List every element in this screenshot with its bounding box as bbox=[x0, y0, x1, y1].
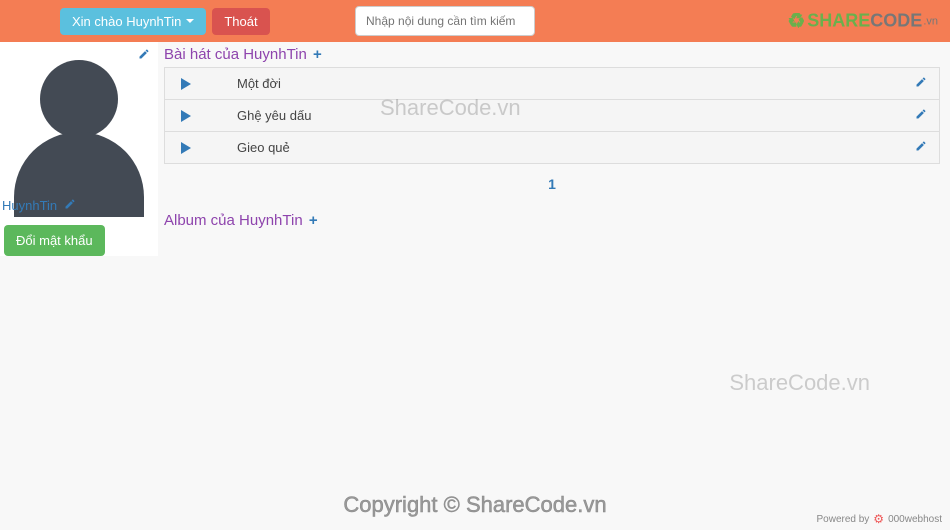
edit-song-icon[interactable] bbox=[915, 76, 927, 91]
brand-logo: ♻ SHARE CODE .vn bbox=[787, 9, 938, 34]
greeting-dropdown[interactable]: Xin chào HuynhTin bbox=[60, 8, 206, 35]
play-icon[interactable] bbox=[181, 110, 191, 122]
edit-avatar-icon[interactable] bbox=[138, 48, 150, 63]
avatar-head-icon bbox=[40, 60, 118, 138]
songs-heading: Bài hát của HuynhTin + bbox=[164, 46, 940, 63]
main-content: Bài hát của HuynhTin + Một đời Ghệ yêu d… bbox=[158, 42, 950, 256]
add-song-icon[interactable]: + bbox=[313, 46, 322, 63]
albums-heading: Album của HuynhTin + bbox=[164, 212, 940, 229]
edit-song-icon[interactable] bbox=[915, 140, 927, 155]
song-title[interactable]: Gieo quẻ bbox=[237, 140, 290, 155]
avatar-box: HuynhTin bbox=[0, 42, 158, 217]
brand-suffix: .vn bbox=[923, 15, 938, 27]
username-text: HuynhTin bbox=[2, 198, 57, 213]
greeting-label: Xin chào HuynhTin bbox=[72, 14, 181, 29]
logout-button[interactable]: Thoát bbox=[212, 8, 269, 35]
search-container bbox=[355, 6, 535, 36]
play-icon[interactable] bbox=[181, 78, 191, 90]
add-album-icon[interactable]: + bbox=[309, 212, 318, 229]
username-label[interactable]: HuynhTin bbox=[2, 198, 76, 213]
recycle-icon: ♻ bbox=[787, 9, 805, 34]
edit-song-icon[interactable] bbox=[915, 108, 927, 123]
songs-heading-text: Bài hát của HuynhTin bbox=[164, 46, 307, 63]
brand-share: SHARE bbox=[807, 11, 870, 32]
song-row: Gieo quẻ bbox=[164, 132, 940, 164]
sidebar: HuynhTin Đổi mật khẩu bbox=[0, 42, 158, 256]
caret-down-icon bbox=[186, 19, 194, 23]
change-password-button[interactable]: Đổi mật khẩu bbox=[4, 225, 105, 256]
powered-by-label: Powered by bbox=[816, 514, 869, 525]
edit-username-icon[interactable] bbox=[64, 201, 76, 213]
brand-code: CODE bbox=[870, 11, 922, 32]
play-icon[interactable] bbox=[181, 142, 191, 154]
footer-brand: Powered by ⚙ 000webhost bbox=[816, 512, 942, 526]
pagination[interactable]: 1 bbox=[164, 176, 940, 192]
song-row: Một đời bbox=[164, 67, 940, 100]
host-label: 000webhost bbox=[888, 514, 942, 525]
copyright-text: Copyright © ShareCode.vn bbox=[343, 492, 606, 518]
song-row: Ghệ yêu dấu bbox=[164, 100, 940, 132]
song-title[interactable]: Ghệ yêu dấu bbox=[237, 108, 311, 123]
song-list: Một đời Ghệ yêu dấu Gieo quẻ bbox=[164, 67, 940, 164]
albums-heading-text: Album của HuynhTin bbox=[164, 212, 303, 229]
search-input[interactable] bbox=[355, 6, 535, 36]
top-navbar: Xin chào HuynhTin Thoát ♻ SHARE CODE .vn bbox=[0, 0, 950, 42]
watermark: ShareCode.vn bbox=[729, 370, 870, 396]
flame-icon: ⚙ bbox=[873, 512, 884, 526]
song-title[interactable]: Một đời bbox=[237, 76, 281, 91]
